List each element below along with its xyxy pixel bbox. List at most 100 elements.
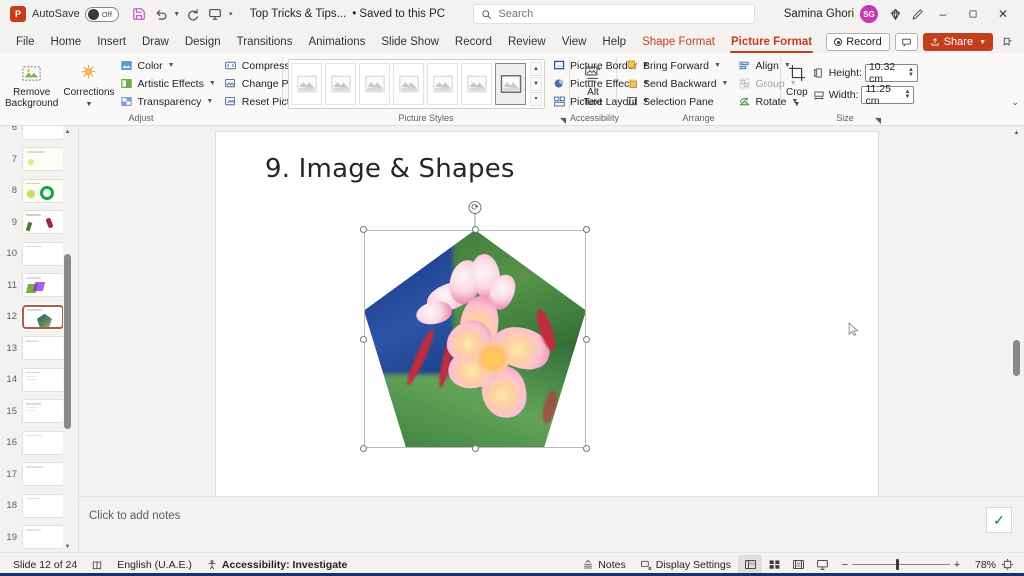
gallery-scroll-up-button[interactable]: ▲ (530, 61, 542, 76)
tab-shape-format[interactable]: Shape Format (634, 31, 723, 53)
resize-handle-bottom-right[interactable] (583, 445, 590, 452)
tab-review[interactable]: Review (500, 31, 554, 53)
share-button[interactable]: Share ▼ (922, 33, 993, 51)
record-button[interactable]: Record (826, 33, 890, 51)
notes-placeholder[interactable]: Click to add notes (89, 510, 180, 522)
slide-thumbnail-pane[interactable]: 6 7 8 9 10 11 12 13 14 15 16 17 18 19 ▲ … (0, 126, 78, 552)
fit-slide-to-window-button[interactable] (996, 555, 1018, 575)
avatar[interactable]: SG (860, 5, 878, 23)
microsoft-365-copilot-icon[interactable] (884, 3, 906, 25)
slide-thumbnail[interactable] (22, 493, 64, 518)
ink-pen-icon[interactable] (906, 3, 928, 25)
slide-thumbnail-row[interactable]: 10 (0, 238, 68, 270)
gallery-scroll-down-button[interactable]: ▼ (530, 76, 542, 91)
picture-style-thumb[interactable] (393, 62, 424, 105)
slide-thumbnail[interactable] (22, 367, 64, 392)
picture-style-thumb-selected[interactable] (495, 62, 526, 105)
tab-record[interactable]: Record (447, 31, 500, 53)
slide-thumbnail-row[interactable]: 13 (0, 333, 68, 365)
search-input[interactable] (498, 8, 748, 20)
color-button[interactable]: Color ▼ (117, 57, 219, 74)
thumbnail-scroll-up-button[interactable]: ▲ (63, 126, 72, 137)
collapse-ribbon-icon[interactable]: ⌄ (1011, 97, 1019, 108)
size-dialog-launcher[interactable]: ◥ (875, 116, 881, 125)
spelling-icon[interactable] (84, 555, 110, 575)
save-icon[interactable] (128, 3, 150, 25)
color-caret-icon[interactable]: ▼ (168, 62, 175, 69)
resize-handle-top-left[interactable] (360, 226, 367, 233)
slide-thumbnail[interactable] (22, 178, 64, 203)
zoom-slider[interactable]: − + (838, 559, 964, 571)
slide-thumbnail[interactable] (22, 462, 64, 487)
thumbnail-scrollbar-thumb[interactable] (64, 254, 71, 429)
slide-thumbnail-row[interactable]: 11 (0, 270, 68, 302)
share-caret-icon[interactable]: ▼ (979, 39, 986, 46)
ribbon-display-options-icon[interactable] (998, 33, 1018, 51)
tab-insert[interactable]: Insert (89, 31, 134, 53)
slide-thumbnail[interactable] (22, 430, 64, 455)
slide-thumbnail[interactable] (22, 525, 64, 550)
picture-style-thumb[interactable] (325, 62, 356, 105)
tab-home[interactable]: Home (43, 31, 90, 53)
remove-background-button[interactable]: Remove Background (5, 58, 58, 109)
customize-quick-access-icon[interactable]: ▾ (226, 10, 236, 18)
slide-thumbnail-row[interactable]: 17 (0, 459, 68, 491)
gallery-more-button[interactable]: ▾ (530, 91, 542, 106)
scroll-up-button[interactable]: ▲ (1009, 126, 1024, 140)
picture-style-thumb[interactable] (427, 62, 458, 105)
scrollbar-thumb[interactable] (1013, 340, 1020, 376)
slide-thumbnail-selected[interactable] (22, 304, 64, 329)
width-stepper[interactable]: ▲ ▼ (905, 89, 911, 100)
artistic-effects-button[interactable]: Artistic Effects ▼ (117, 75, 219, 92)
height-input[interactable]: 10.32 cm ▲ ▼ (864, 61, 918, 85)
slide-thumbnail[interactable] (22, 147, 64, 172)
selection-pane-button[interactable]: Selection Pane (622, 93, 731, 110)
slide-title[interactable]: 9. Image & Shapes (265, 154, 515, 184)
slide-thumbnail[interactable] (22, 399, 64, 424)
tab-help[interactable]: Help (594, 31, 634, 53)
tab-design[interactable]: Design (177, 31, 229, 53)
normal-view-button[interactable] (738, 554, 762, 575)
picture-style-thumb[interactable] (291, 62, 322, 105)
corrections-caret-icon[interactable]: ▼ (85, 99, 92, 110)
maximize-restore-button[interactable] (958, 0, 988, 28)
accept-check-icon[interactable]: ✓ (986, 507, 1012, 533)
slide-thumbnail-row[interactable]: 16 (0, 427, 68, 459)
tab-slide-show[interactable]: Slide Show (373, 31, 447, 53)
resize-handle-bottom-center[interactable] (471, 445, 479, 452)
height-stepper[interactable]: ▲ ▼ (908, 67, 914, 78)
resize-handle-top-right[interactable] (583, 226, 590, 233)
slide-thumbnail-row[interactable]: 15 (0, 396, 68, 428)
reading-view-button[interactable] (786, 555, 810, 575)
slide-thumbnail[interactable] (22, 241, 64, 266)
rotation-handle[interactable]: ⟳ (468, 201, 482, 214)
picture-styles-dialog-launcher[interactable]: ◥ (560, 116, 566, 125)
resize-handle-bottom-left[interactable] (360, 445, 367, 452)
accessibility-status[interactable]: Accessibility: Investigate (199, 555, 354, 575)
redo-icon[interactable] (182, 3, 204, 25)
send-backward-button[interactable]: Send Backward ▼ (622, 75, 731, 92)
tab-draw[interactable]: Draw (134, 31, 177, 53)
transparency-button[interactable]: Transparency ▼ (117, 93, 219, 110)
artistic-effects-caret-icon[interactable]: ▼ (209, 80, 216, 87)
slide-thumbnail-row[interactable]: 14 (0, 364, 68, 396)
resize-handle-middle-left[interactable] (360, 335, 367, 343)
slide-sorter-view-button[interactable] (762, 555, 786, 575)
zoom-in-button[interactable]: + (950, 559, 964, 571)
pentagon-cropped-flower-picture[interactable]: ⟳ (360, 201, 590, 452)
zoom-knob[interactable] (896, 559, 899, 570)
slide-thumbnail[interactable] (22, 126, 64, 140)
autosave-toggle[interactable]: Off (84, 6, 119, 22)
picture-styles-scroll[interactable]: ▲ ▼ ▾ (530, 61, 542, 106)
start-presentation-icon[interactable] (204, 3, 226, 25)
bring-forward-caret-icon[interactable]: ▼ (714, 62, 721, 69)
notes-button[interactable]: Notes (575, 555, 632, 575)
picture-style-thumb[interactable] (359, 62, 390, 105)
tab-transitions[interactable]: Transitions (229, 31, 301, 53)
slide-thumbnail[interactable] (22, 210, 64, 235)
thumbnail-pane-scrollbar[interactable]: ▲ ▼ (63, 126, 72, 552)
display-settings-button[interactable]: Display Settings (633, 555, 738, 575)
resize-handle-top-center[interactable] (471, 226, 479, 233)
picture-styles-gallery[interactable]: ▲ ▼ ▾ (288, 58, 545, 109)
slide-vertical-scrollbar[interactable]: ▲ ▼ ▲ ▼ (1009, 126, 1024, 552)
